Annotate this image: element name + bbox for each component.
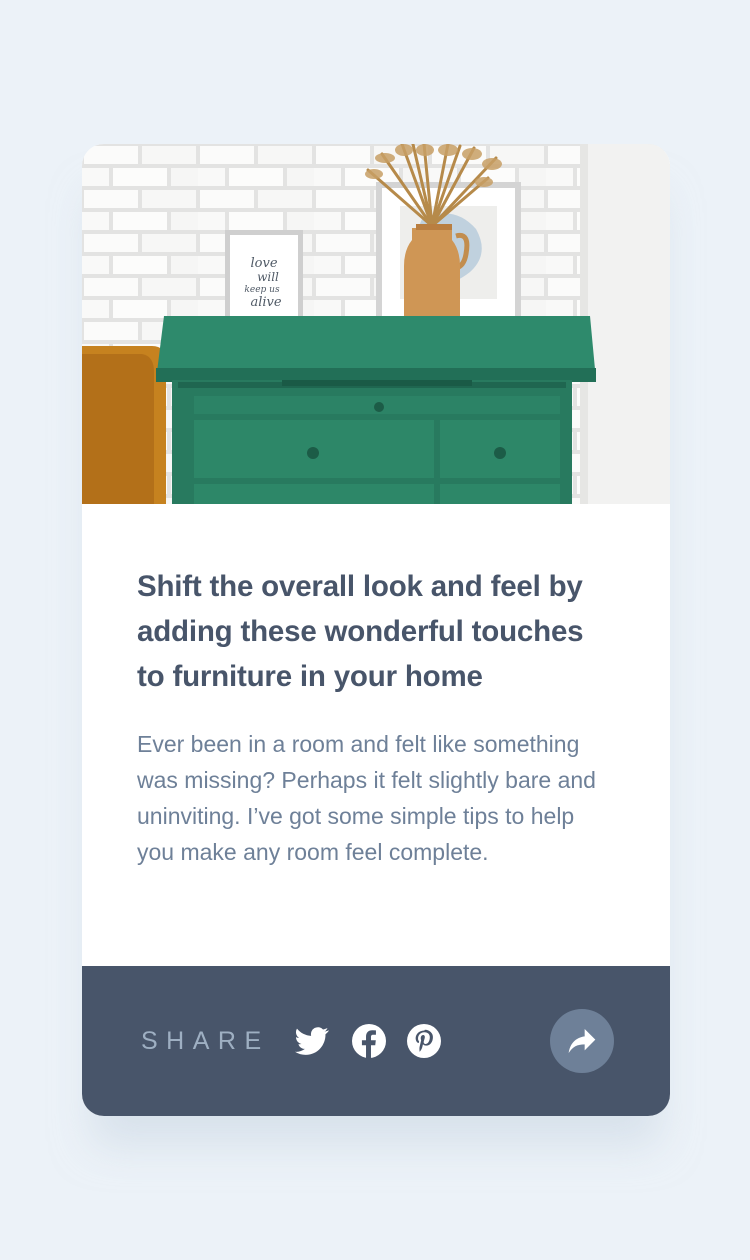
share-button[interactable] (550, 1009, 614, 1073)
svg-text:will: will (257, 270, 279, 284)
svg-text:alive: alive (250, 295, 281, 310)
picture-frame-small: love will keep us alive (225, 230, 303, 328)
article-body: Shift the overall look and feel by addin… (137, 564, 617, 870)
svg-text:keep us: keep us (244, 285, 280, 295)
article-description: Ever been in a room and felt like someth… (137, 731, 596, 865)
article-title: Shift the overall look and feel by addin… (137, 570, 584, 693)
hero-image: love will keep us alive (82, 144, 670, 504)
pinterest-icon[interactable] (407, 1024, 441, 1058)
facebook-icon[interactable] (352, 1024, 386, 1058)
twitter-icon[interactable] (295, 1024, 329, 1058)
share-label: SHARE (141, 1027, 270, 1055)
svg-text:love: love (250, 256, 277, 271)
share-icon (568, 1029, 596, 1053)
article-card: love will keep us alive Shift the overal… (82, 144, 670, 1116)
green-drawers (156, 316, 596, 504)
share-bar: SHARE (82, 966, 670, 1116)
